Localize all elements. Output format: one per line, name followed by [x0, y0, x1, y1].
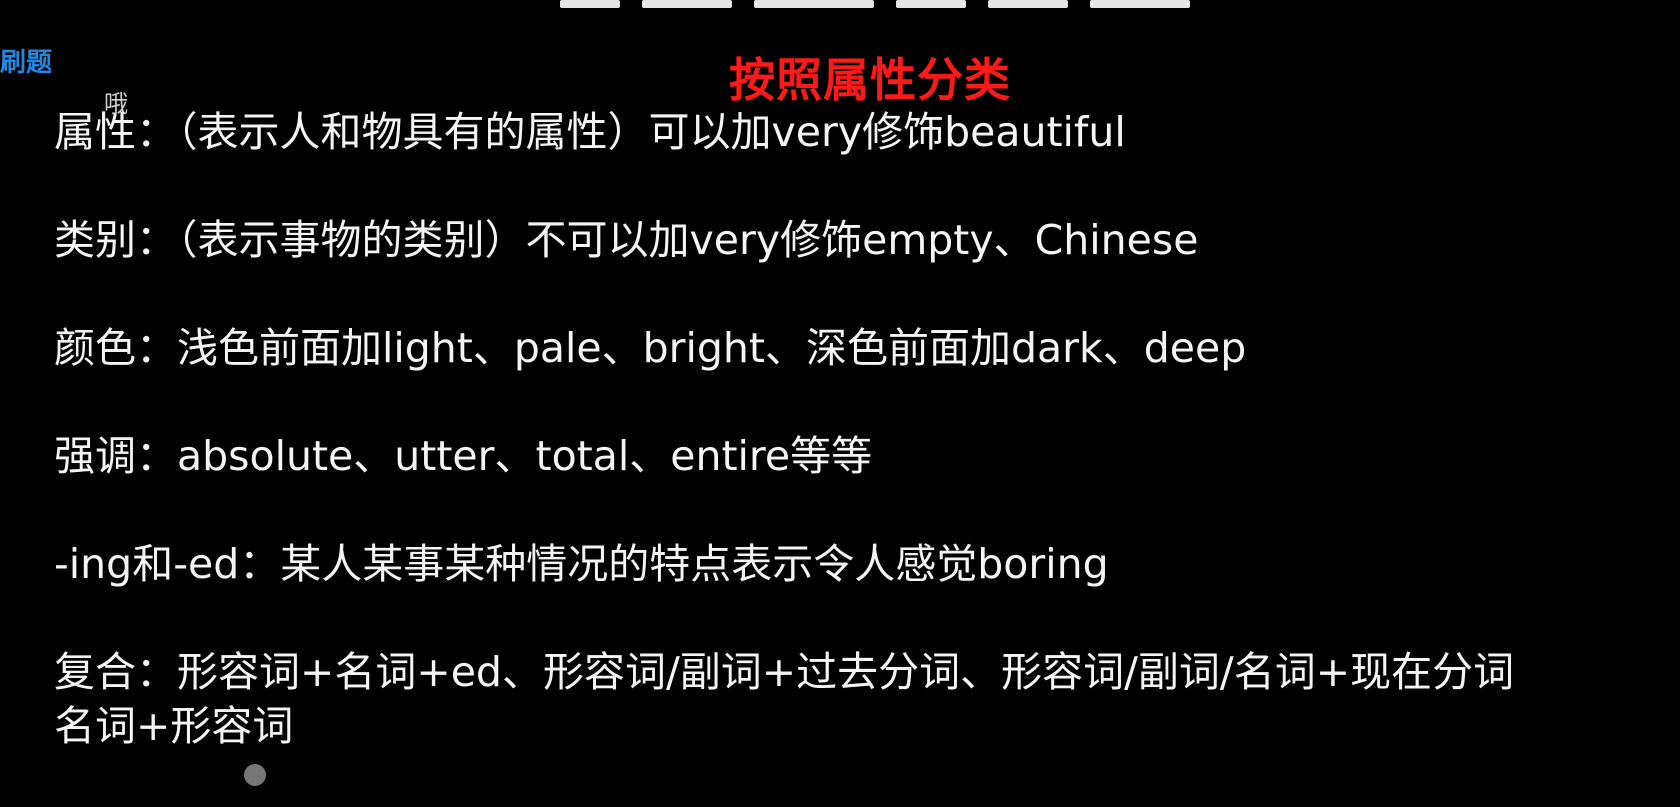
line-attribute: 属性：（表示人和物具有的属性）可以加very修饰beautiful — [54, 108, 1126, 156]
line-emphasis: 强调：absolute、utter、total、entire等等 — [54, 432, 873, 480]
content-list: 属性：（表示人和物具有的属性）可以加very修饰beautiful 类别：（表示… — [54, 105, 1654, 807]
line-color: 颜色：浅色前面加light、pale、bright、深色前面加dark、deep — [54, 324, 1247, 372]
page-title: 按照属性分类 — [729, 53, 1011, 107]
line-category: 类别：（表示事物的类别）不可以加very修饰empty、Chinese — [54, 216, 1199, 264]
cropped-heading-fragment — [560, 0, 1260, 8]
line-ing-ed: -ing和-ed：某人某事某种情况的特点表示令人感觉boring — [54, 540, 1109, 588]
cursor-indicator — [244, 764, 266, 786]
line-compound-text: 复合：形容词+名词+ed、形容词/副词+过去分词、形容词/副词/名词+现在分词 — [54, 648, 1515, 696]
line-compound-continuation: 名词+形容词 — [54, 702, 294, 750]
line-compound: 复合：形容词+名词+ed、形容词/副词+过去分词、形容词/副词/名词+现在分词 … — [54, 645, 1614, 753]
